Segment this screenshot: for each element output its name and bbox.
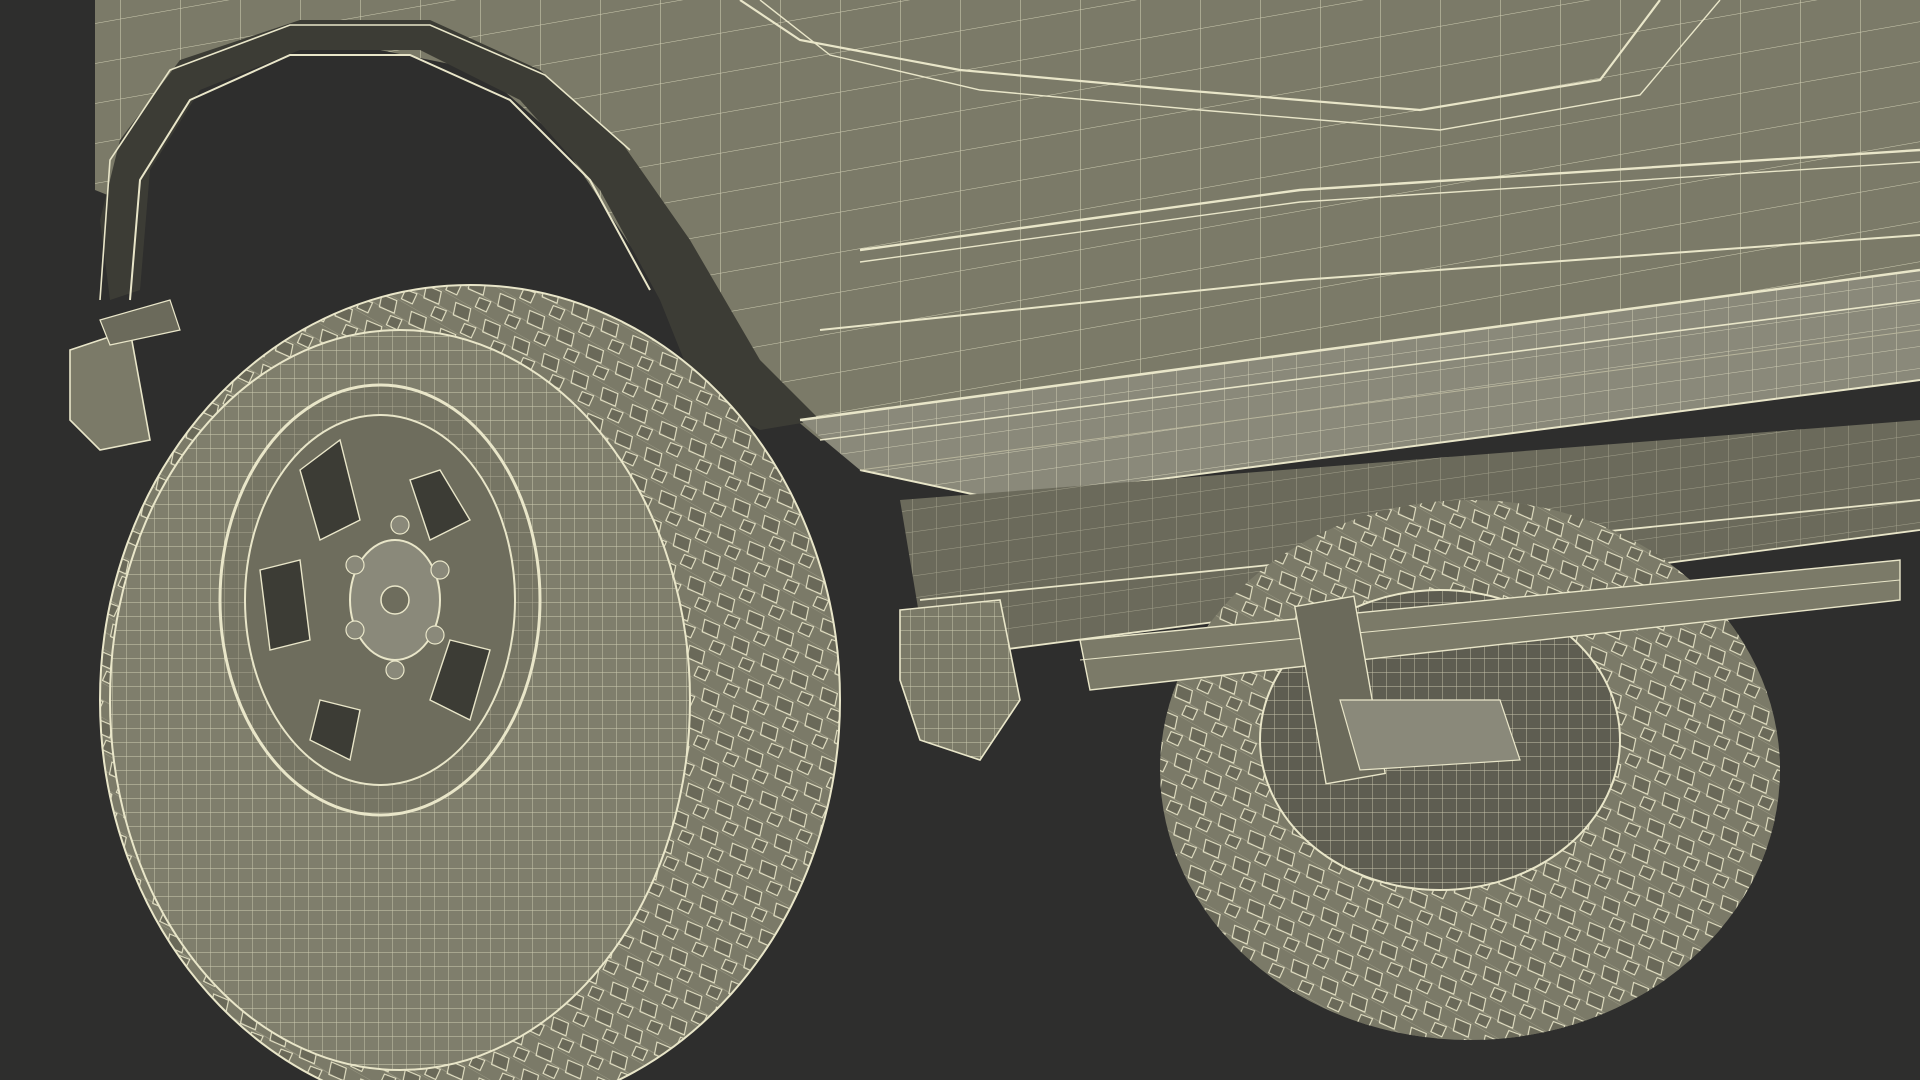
wireframe-render-viewport xyxy=(0,0,1920,1080)
front-wheel xyxy=(99,284,841,1080)
wireframe-render xyxy=(0,0,1920,1080)
